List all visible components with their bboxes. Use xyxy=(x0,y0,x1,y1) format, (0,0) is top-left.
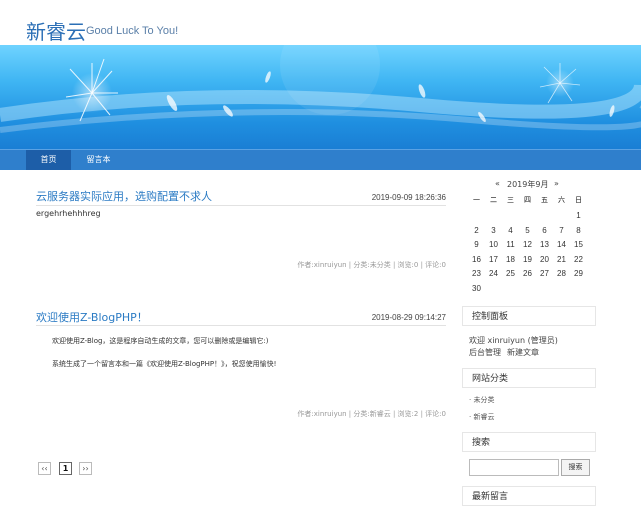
calendar-day: 22 xyxy=(574,255,583,264)
nav-item-home[interactable]: 首页 xyxy=(26,150,71,170)
pager-prev-button[interactable]: ‹‹ xyxy=(38,462,51,475)
calendar-day: 17 xyxy=(489,255,498,264)
post-paragraph: 欢迎使用Z-Blog，这是程序自动生成的文章，您可以删除或是编辑它:) xyxy=(52,337,269,345)
calendar-day: 10 xyxy=(489,240,498,249)
calendar-day: 16 xyxy=(472,255,481,264)
post-date: 2019-08-29 09:14:27 xyxy=(371,313,446,322)
calendar-weekday: 二 xyxy=(490,196,497,204)
calendar-day: 28 xyxy=(557,269,566,278)
calendar-day: 12 xyxy=(523,240,532,249)
post-divider xyxy=(36,205,446,206)
welcome-text: 欢迎 xinruiyun (管理员) xyxy=(469,336,558,345)
calendar-day: 26 xyxy=(523,269,532,278)
post-date: 2019-09-09 18:26:36 xyxy=(371,193,446,202)
dandelion-banner-art xyxy=(0,45,641,133)
widget-title-control-panel: 控制面板 xyxy=(462,306,596,326)
post-meta: 作者:xinruiyun | 分类:未分类 | 浏览:0 | 评论:0 xyxy=(297,261,446,269)
calendar-weekday: 一 xyxy=(473,196,480,204)
calendar-day: 13 xyxy=(540,240,549,249)
calendar-month-title: 2019年9月 xyxy=(507,180,549,189)
calendar-day: 25 xyxy=(506,269,515,278)
calendar-day: 9 xyxy=(474,240,479,249)
site-header: 新睿云 Good Luck To You! xyxy=(0,0,641,45)
calendar-day: 14 xyxy=(557,240,566,249)
calendar-weekday: 六 xyxy=(558,196,565,204)
calendar-day: 19 xyxy=(523,255,532,264)
widget-title-categories: 网站分类 xyxy=(462,368,596,388)
post-paragraph: 系统生成了一个留言本和一篇《欢迎使用Z-BlogPHP！》，祝您使用愉快! xyxy=(52,360,277,368)
calendar-day: 15 xyxy=(574,240,583,249)
calendar-prev-month[interactable]: « xyxy=(495,179,500,188)
pager-next-button[interactable]: ›› xyxy=(79,462,92,475)
calendar-day: 5 xyxy=(525,226,530,235)
calendar-day: 20 xyxy=(540,255,549,264)
calendar-weekday: 日 xyxy=(575,196,582,204)
pager-current-page[interactable]: 1 xyxy=(59,462,72,475)
calendar-day: 2 xyxy=(474,226,479,235)
post-title[interactable]: 欢迎使用Z-BlogPHP！ xyxy=(36,309,148,325)
calendar-day: 7 xyxy=(559,226,564,235)
calendar-weekday: 三 xyxy=(507,196,514,204)
post-title[interactable]: 云服务器实际应用，选购配置不求人 xyxy=(36,188,212,204)
calendar-day: 3 xyxy=(491,226,496,235)
header-banner xyxy=(0,45,641,149)
post-meta: 作者:xinruiyun | 分类:新睿云 | 浏览:2 | 评论:0 xyxy=(297,410,446,418)
calendar-day: 21 xyxy=(557,255,566,264)
calendar-day: 6 xyxy=(542,226,547,235)
post-excerpt: ergehrhehhhreg xyxy=(36,209,101,218)
site-title[interactable]: 新睿云 xyxy=(26,16,86,45)
admin-link[interactable]: 后台管理 xyxy=(469,347,501,358)
category-link[interactable]: · 未分类 xyxy=(469,395,494,405)
search-button[interactable]: 搜索 xyxy=(561,459,590,476)
calendar-day: 8 xyxy=(576,226,581,235)
calendar-next-month[interactable]: » xyxy=(554,179,559,188)
main-nav: 首页 留言本 xyxy=(0,149,641,170)
calendar-day: 18 xyxy=(506,255,515,264)
post-divider xyxy=(36,325,446,326)
calendar-day: 29 xyxy=(574,269,583,278)
new-post-link[interactable]: 新建文章 xyxy=(507,347,539,358)
calendar-day: 1 xyxy=(576,211,581,220)
site-subtitle: Good Luck To You! xyxy=(86,25,179,37)
widget-title-search: 搜索 xyxy=(462,432,596,452)
widget-title-recent-comments: 最新留言 xyxy=(462,486,596,506)
calendar-day: 23 xyxy=(472,269,481,278)
search-input[interactable] xyxy=(469,459,559,476)
calendar-day: 30 xyxy=(472,284,481,293)
calendar-weekday: 五 xyxy=(541,196,548,204)
calendar-day: 24 xyxy=(489,269,498,278)
calendar-day: 11 xyxy=(506,240,515,249)
category-link[interactable]: · 新睿云 xyxy=(469,412,494,422)
calendar-day: 4 xyxy=(508,226,513,235)
calendar-weekday: 四 xyxy=(524,196,531,204)
calendar-day: 27 xyxy=(540,269,549,278)
nav-item-guestbook[interactable]: 留言本 xyxy=(76,150,121,170)
